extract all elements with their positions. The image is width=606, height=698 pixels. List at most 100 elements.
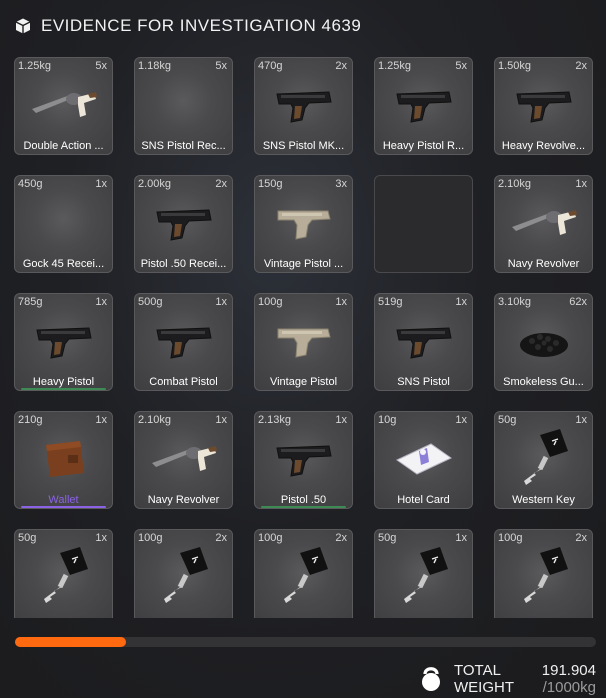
inventory-slot[interactable]: 785g 1x Heavy Pistol — [14, 293, 113, 391]
inventory-slot[interactable]: 1.18kg 5x SNS Pistol Rec... — [134, 57, 233, 155]
inventory-slot[interactable]: 100g 1x Vintage Pistol — [254, 293, 353, 391]
item-name: Vintage Pistol ... — [263, 258, 344, 270]
item-name: Heavy Pistol R... — [382, 140, 465, 152]
key-icon — [135, 544, 232, 610]
item-weight: 519g — [378, 296, 403, 308]
inventory-slot[interactable]: 3.10kg 62x Smokeless Gu... — [494, 293, 593, 391]
total-weight-label: TOTAL WEIGHT — [454, 662, 514, 696]
item-weight: 500g — [138, 296, 163, 308]
item-weight: 150g — [258, 178, 283, 190]
item-quantity: 1x — [335, 414, 347, 426]
inventory-slot[interactable]: 450g 1x Gock 45 Recei... — [14, 175, 113, 273]
inventory-slot[interactable]: 2.13kg 1x Pistol .50 — [254, 411, 353, 509]
item-quantity: 1x — [575, 414, 587, 426]
item-name: Western Key — [512, 494, 575, 506]
inventory-slot[interactable]: 100g 2x — [494, 529, 593, 618]
item-name: Navy Revolver — [507, 258, 580, 270]
inventory-slot[interactable]: 50g 1x — [14, 529, 113, 618]
pistol-icon — [255, 426, 352, 492]
rarity-underline — [261, 506, 346, 508]
item-quantity: 1x — [575, 178, 587, 190]
weight-progress-fill — [15, 637, 127, 647]
total-weight-label-line2: WEIGHT — [454, 679, 514, 696]
inventory-slot[interactable]: 1.25kg 5x Double Action ... — [14, 57, 113, 155]
inventory-grid-viewport[interactable]: Duffel BagPistol ReceiverPistol MK2 Rec.… — [0, 38, 606, 618]
inventory-header: EVIDENCE FOR INVESTIGATION 4639 — [14, 14, 361, 38]
item-quantity: 2x — [335, 532, 347, 544]
total-weight-value: 191.904 /1000kg — [542, 662, 596, 696]
item-name: Hotel Card — [397, 494, 450, 506]
item-quantity: 1x — [215, 414, 227, 426]
inventory-slot[interactable]: 150g 3x Vintage Pistol ... — [254, 175, 353, 273]
rarity-underline — [21, 506, 106, 508]
pistol-icon — [135, 190, 232, 256]
box-icon — [15, 18, 31, 34]
item-name: SNS Pistol — [397, 376, 450, 388]
item-name: SNS Pistol MK... — [262, 140, 345, 152]
item-quantity: 2x — [215, 532, 227, 544]
inventory-slot[interactable]: 1.25kg 5x Heavy Pistol R... — [374, 57, 473, 155]
pistol-icon — [375, 72, 472, 138]
receiver-icon — [255, 308, 352, 374]
item-weight: 1.25kg — [378, 60, 412, 72]
inventory-grid: Duffel BagPistol ReceiverPistol MK2 Rec.… — [14, 38, 593, 618]
inventory-slot[interactable]: 1.50kg 2x Heavy Revolve... — [494, 57, 593, 155]
inventory-slot[interactable]: 470g 2x SNS Pistol MK... — [254, 57, 353, 155]
kettlebell-icon — [422, 667, 440, 691]
item-name: SNS Pistol Rec... — [141, 140, 226, 152]
powder-icon — [495, 308, 592, 374]
key-icon — [15, 544, 112, 610]
inventory-slot[interactable]: 2.10kg 1x Navy Revolver — [134, 411, 233, 509]
item-weight: 50g — [18, 532, 37, 544]
item-quantity: 2x — [335, 60, 347, 72]
card-icon — [375, 426, 472, 492]
total-weight-max: /1000kg — [542, 679, 596, 696]
pistol-icon — [15, 308, 112, 374]
item-name: Wallet — [48, 494, 79, 506]
inventory-slot[interactable]: 50g 1x Western Key — [494, 411, 593, 509]
inventory-slot[interactable]: 50g 1x — [374, 529, 473, 618]
item-weight: 2.10kg — [138, 414, 172, 426]
inventory-slot-empty[interactable] — [374, 175, 473, 273]
item-weight: 470g — [258, 60, 283, 72]
item-weight: 1.25kg — [18, 60, 52, 72]
item-quantity: 5x — [455, 60, 467, 72]
total-weight-current: 191.904 — [541, 662, 596, 679]
item-quantity: 1x — [95, 178, 107, 190]
item-quantity: 2x — [215, 178, 227, 190]
item-quantity: 1x — [95, 532, 107, 544]
inventory-slot[interactable]: 10g 1x Hotel Card — [374, 411, 473, 509]
rarity-underline — [21, 388, 106, 390]
pistol-icon — [135, 308, 232, 374]
inventory-slot[interactable]: 519g 1x SNS Pistol — [374, 293, 473, 391]
inventory-slot[interactable]: 2.00kg 2x Pistol .50 Recei... — [134, 175, 233, 273]
revolver-icon — [15, 72, 112, 138]
key-icon — [255, 544, 352, 610]
item-weight: 2.10kg — [498, 178, 532, 190]
total-weight: TOTAL WEIGHT 191.904 /1000kg — [418, 660, 598, 696]
inventory-slot[interactable]: 100g 2x — [134, 529, 233, 618]
item-weight: 1.50kg — [498, 60, 532, 72]
item-quantity: 1x — [215, 296, 227, 308]
item-weight: 50g — [378, 532, 397, 544]
receiver-icon — [255, 190, 352, 256]
item-quantity: 5x — [215, 60, 227, 72]
inventory-slot[interactable]: 500g 1x Combat Pistol — [134, 293, 233, 391]
item-weight: 785g — [18, 296, 43, 308]
inventory-slot[interactable]: 2.10kg 1x Navy Revolver — [494, 175, 593, 273]
item-quantity: 1x — [95, 296, 107, 308]
revolver-icon — [495, 190, 592, 256]
total-weight-label-line1: TOTAL — [454, 662, 501, 679]
item-weight: 50g — [498, 414, 517, 426]
inventory-slot[interactable]: 210g 1x Wallet — [14, 411, 113, 509]
inventory-slot[interactable]: 100g 2x — [254, 529, 353, 618]
item-weight: 3.10kg — [498, 296, 532, 308]
item-name: Heavy Pistol — [32, 376, 95, 388]
item-weight: 450g — [18, 178, 43, 190]
item-weight: 2.00kg — [138, 178, 172, 190]
item-quantity: 1x — [335, 296, 347, 308]
item-image — [135, 72, 232, 138]
item-weight: 100g — [258, 296, 283, 308]
item-name: Navy Revolver — [147, 494, 220, 506]
key-icon — [375, 544, 472, 610]
